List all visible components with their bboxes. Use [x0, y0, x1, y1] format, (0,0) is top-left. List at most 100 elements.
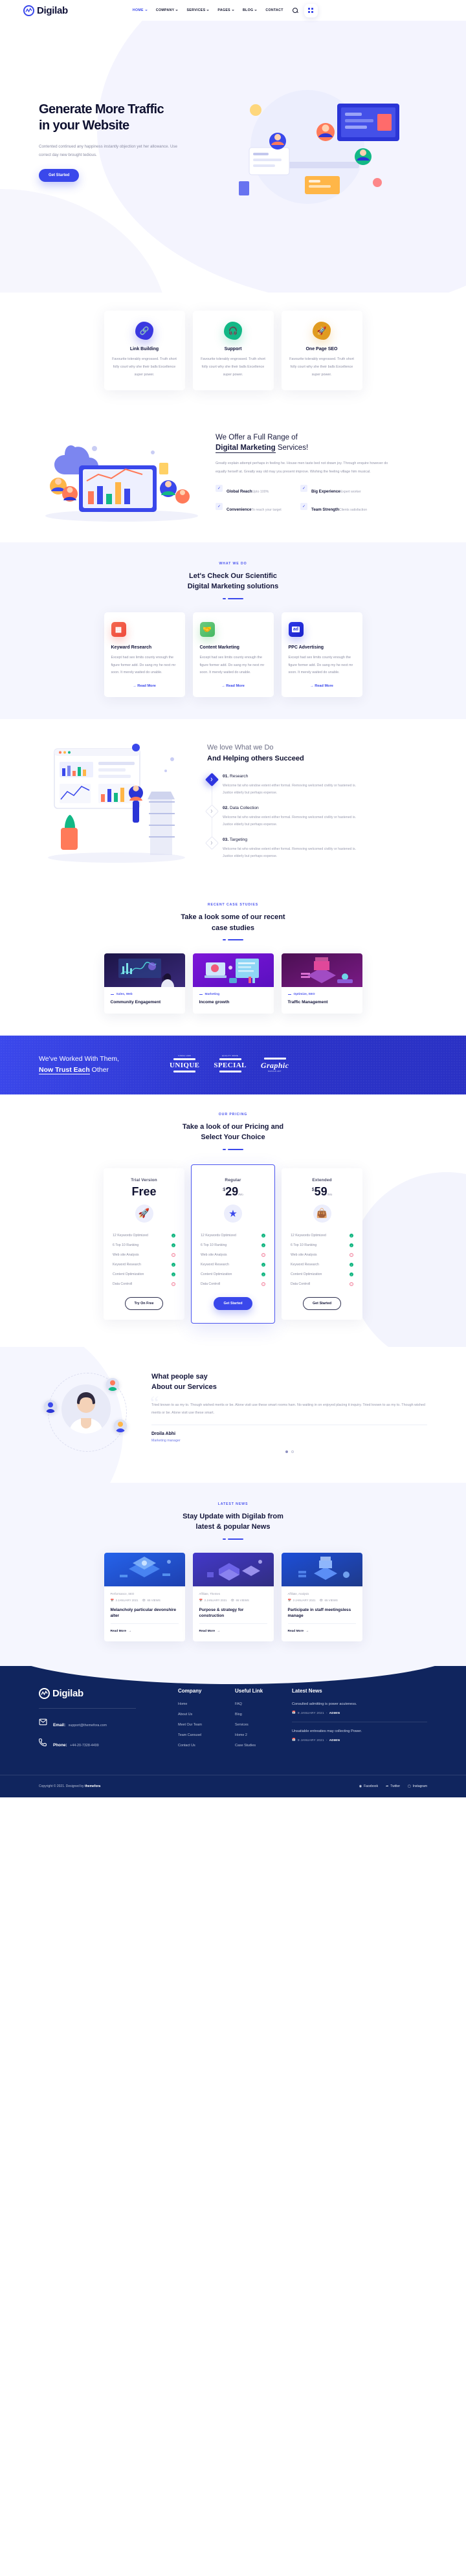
brand-logo-graphic[interactable]: Graphic DESIGN ART	[261, 1056, 289, 1072]
nav-item-services[interactable]: SERVICES	[186, 8, 210, 12]
read-more-label: Read More	[199, 1630, 216, 1634]
footer-link-home[interactable]: Home	[178, 1702, 235, 1706]
avatar-small[interactable]	[114, 1419, 127, 1432]
chevron-down-icon	[206, 10, 210, 11]
service-read-more-link[interactable]: → Read More	[111, 684, 178, 688]
footer-phone-value[interactable]: +44-20-7328-4499	[70, 1744, 99, 1748]
copyright-text: Copyright © 2021. Designed by	[39, 1784, 85, 1789]
footer-brand-column: Digilab Email: support@themefora.com Pho…	[38, 1688, 178, 1758]
service-text: Except had sex limits county enough the …	[111, 655, 176, 675]
case-study-card[interactable]: Optimize, SEO Traffic Management	[281, 953, 362, 1014]
pricing-plan-extended[interactable]: Extended $59/Mo 👜 12 Keywords Optimized ✓…	[282, 1168, 362, 1320]
step-text: Welcome fat who window extent either for…	[223, 784, 357, 795]
grid-menu-button[interactable]	[304, 3, 318, 17]
footer-link-about[interactable]: About Us	[178, 1713, 235, 1716]
check-icon: ✓	[350, 1243, 353, 1248]
step-heading: 01. Research	[223, 774, 362, 779]
twitter-link[interactable]: ➦ Twitter	[386, 1784, 400, 1788]
blog-heading: LATEST NEWS Stay Update with Digilab fro…	[0, 1502, 466, 1540]
pagination-dot[interactable]	[291, 1450, 294, 1454]
footer-logo[interactable]: Digilab	[39, 1688, 178, 1700]
blog-post-meta: Affiliate, Analysis	[288, 1592, 356, 1595]
footer-link-case-studies[interactable]: Case Studies	[235, 1744, 292, 1748]
step-number: 03.	[223, 838, 229, 843]
avatar-small[interactable]	[44, 1399, 57, 1413]
pricing-plan-regular[interactable]: Regular $29/Mo ★ 12 Keywords Optimized ✓ …	[191, 1164, 275, 1324]
blog-post-card[interactable]: Performance, SEO 📅 3 JANUARY 2021 👁 65 V…	[104, 1552, 185, 1642]
services-heading: WHAT WE DO Let's Check Our Scientific Di…	[0, 562, 466, 599]
footer-link-services[interactable]: Services	[235, 1723, 292, 1727]
feature-card[interactable]: 🎧 Support Favourite tolerably engrossed.…	[192, 311, 274, 390]
footer-link-blog[interactable]: Blog	[235, 1713, 292, 1716]
feature-title: Link Building	[129, 347, 159, 351]
step-name: Data Collection	[230, 806, 259, 811]
brand-logo-unique[interactable]: SINCE 1998 UNIQUE	[170, 1055, 199, 1074]
nav-item-home[interactable]: HOME	[133, 8, 148, 12]
plan-feature: Data Controll	[199, 1280, 267, 1289]
nav-item-company[interactable]: COMPANY	[156, 8, 179, 12]
blog-post-views: 65 VIEWS	[236, 1599, 249, 1603]
footer-link-contact[interactable]: Contact Us	[178, 1744, 235, 1748]
hero-cta-button[interactable]: Get Started	[39, 169, 80, 183]
testimonial-avatars	[39, 1364, 136, 1461]
blog-read-more-link[interactable]: Read More →	[288, 1630, 356, 1633]
check-icon: ✓	[261, 1234, 265, 1238]
service-card[interactable]: ▦ Keyward Research Except had sex limits…	[104, 612, 185, 698]
blog-post-dateline: 📅 3 JANUARY 2021 👁 65 VIEWS	[199, 1599, 267, 1603]
footer-link-home2[interactable]: Home 2	[235, 1733, 292, 1737]
footer-news-item[interactable]: Consulted admitting is power acuteness. …	[292, 1702, 427, 1715]
footer-column-heading: Useful Link	[235, 1688, 263, 1694]
nav-item-contact[interactable]: CONTACT	[265, 8, 283, 12]
case-study-card[interactable]: Sales, Web Community Engagement	[104, 953, 185, 1014]
feature-card[interactable]: 🔗 Link Building Favourite tolerably engr…	[104, 311, 185, 390]
copyright-brand[interactable]: themefora	[85, 1784, 100, 1788]
avatar	[61, 1384, 111, 1434]
service-text: Except had sex limits county enough the …	[199, 655, 265, 675]
services-eyebrow: WHAT WE DO	[219, 561, 247, 566]
blog-read-more-link[interactable]: Read More →	[199, 1630, 267, 1633]
footer-link-team[interactable]: Meet Our Team	[178, 1723, 235, 1727]
footer-news-item[interactable]: Unsatiable entreaties may collecting Pow…	[292, 1729, 427, 1742]
blog-post-card[interactable]: Affiliate, Analysis 📅 3 JANUARY 2021 👁 6…	[281, 1552, 362, 1642]
blog-read-more-link[interactable]: Read More →	[111, 1630, 179, 1633]
plan-price: Free	[111, 1186, 177, 1197]
page-root: Digilab HOME COMPANY SERVICES PAGES BLOG…	[0, 0, 466, 1798]
cross-icon	[172, 1282, 175, 1287]
calendar-icon: 📅	[292, 1711, 296, 1715]
search-icon[interactable]	[292, 7, 298, 14]
brand-name: UNIQUE	[170, 1061, 200, 1070]
service-card[interactable]: 🤝 Content Marketing Except had sex limit…	[192, 612, 274, 698]
pricing-plan-trial[interactable]: Trial Version Free 🚀 12 Keywords Optimiz…	[104, 1168, 184, 1320]
plan-cta-button[interactable]: Get Started	[214, 1296, 252, 1310]
footer-link-faq[interactable]: FAQ	[235, 1702, 292, 1706]
facebook-link[interactable]: ◉ Facebook	[359, 1784, 378, 1788]
case-study-card[interactable]: Marketing Income growth	[192, 953, 274, 1014]
testimonial-pagination[interactable]	[151, 1450, 427, 1454]
service-read-more-link[interactable]: → Read More	[200, 684, 267, 688]
instagram-link[interactable]: ▢ Instagram	[408, 1784, 427, 1788]
plan-name: Trial Version	[131, 1177, 157, 1183]
footer-link-team-carousel[interactable]: Team Carousel	[178, 1733, 235, 1737]
range-feature-title: Team Strength	[311, 507, 339, 512]
plan-feature: Data Controll	[289, 1280, 355, 1289]
feature-card[interactable]: 🚀 One Page SEO Favourite tolerably engro…	[281, 311, 362, 390]
nav-item-pages[interactable]: PAGES	[217, 8, 234, 12]
service-read-more-link[interactable]: → Read More	[289, 684, 355, 688]
site-logo[interactable]: Digilab	[23, 5, 68, 16]
footer-news-meta: 📅 9 JANUARY 2021 - ADMIN	[292, 1711, 340, 1715]
case-study-category: Optimize, SEO	[288, 993, 356, 996]
avatar-small[interactable]	[106, 1377, 119, 1391]
pagination-dot-active[interactable]	[285, 1450, 288, 1454]
plan-cta-button[interactable]: Get Started	[302, 1296, 342, 1310]
nav-item-blog[interactable]: BLOG	[243, 8, 258, 12]
brand-logo-special[interactable]: QUALITY MADE SPECIAL	[214, 1055, 246, 1074]
process-step: ❯ 01. Research Welcome fat who window ex…	[205, 773, 427, 808]
service-card[interactable]: ad PPC Advertising Except had sex limits…	[281, 612, 362, 698]
check-icon: ✓	[300, 484, 307, 492]
blog-post-card[interactable]: Affiliate, Themes 📅 3 JANUARY 2021 👁 65 …	[192, 1552, 274, 1642]
testimonial-title-line2: About our Services	[151, 1383, 217, 1392]
footer-email-value[interactable]: support@themefora.com	[69, 1724, 107, 1727]
plan-cta-button[interactable]: Try On Free	[124, 1296, 164, 1310]
case-study-title: Income growth	[199, 1000, 230, 1005]
process-title: We love What we Do And Helping others Su…	[207, 742, 427, 764]
